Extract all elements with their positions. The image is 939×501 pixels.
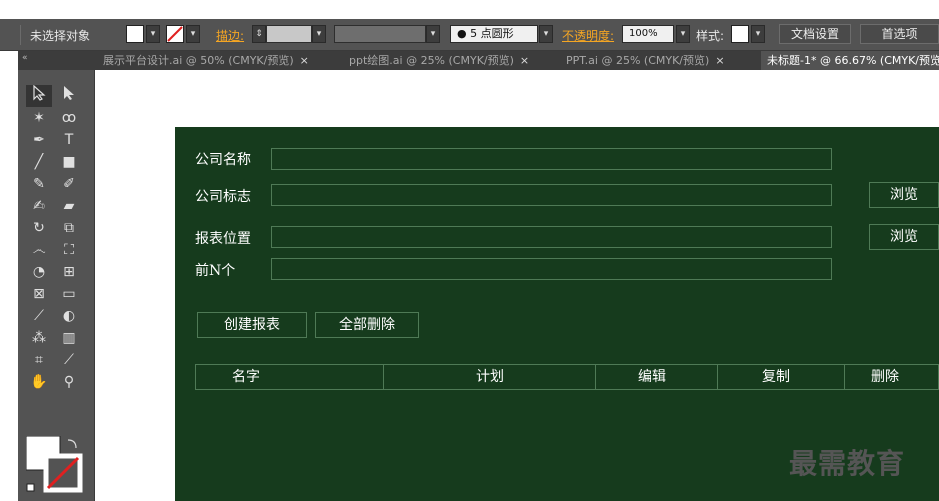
lasso-tool-icon[interactable]: ꝏ (56, 107, 82, 129)
create-report-button[interactable]: 创建报表 (197, 312, 307, 338)
close-icon[interactable]: × (520, 54, 529, 67)
hand-tool-icon[interactable]: ✋ (26, 371, 52, 393)
selection-status: 未选择对象 (30, 29, 91, 43)
column-header-copy: 复制 (718, 365, 845, 389)
column-graph-tool-icon[interactable]: ▥ (56, 327, 82, 349)
tab-document-3[interactable]: PPT.ai @ 25% (CMYK/预览) × (566, 51, 725, 70)
direct-selection-tool-icon[interactable] (56, 85, 82, 107)
browse-location-button[interactable]: 浏览 (869, 224, 939, 250)
report-table-header: 名字 计划 编辑 复制 删除 (195, 364, 939, 390)
tools-panel-grip[interactable]: « (18, 51, 95, 70)
stroke-weight-stepper[interactable]: ⇕ (252, 25, 266, 43)
report-location-label: 报表位置 (195, 231, 251, 247)
brush-definition-value: 5 点圆形 (470, 27, 514, 40)
tab-document-1[interactable]: 展示平台设计.ai @ 50% (CMYK/预览) × (103, 51, 309, 70)
column-header-edit: 编辑 (596, 365, 718, 389)
brush-dot-icon: ● (457, 27, 467, 40)
top-n-input[interactable] (271, 258, 832, 280)
tab-label: 未标题-1* @ 66.67% (CMYK/预览) (767, 54, 939, 67)
mesh-tool-icon[interactable]: ⊠ (26, 283, 52, 305)
report-location-input[interactable] (271, 226, 832, 248)
symbol-sprayer-tool-icon[interactable]: ⁂ (26, 327, 52, 349)
column-header-name: 名字 (196, 365, 384, 389)
paintbrush-tool-icon[interactable]: ✎ (26, 173, 52, 195)
variable-width-dropdown[interactable]: ▾ (426, 25, 440, 43)
top-n-label: 前N个 (195, 263, 236, 279)
pencil-tool-icon[interactable]: ✐ (56, 173, 82, 195)
close-icon[interactable]: × (300, 54, 309, 67)
column-header-plan: 计划 (384, 365, 596, 389)
shape-builder-tool-icon[interactable]: ◔ (26, 261, 52, 283)
style-label: 样式: (696, 29, 725, 43)
perspective-grid-tool-icon[interactable]: ⊞ (56, 261, 82, 283)
browse-logo-button[interactable]: 浏览 (869, 182, 939, 208)
graphic-style-dropdown[interactable]: ▾ (751, 25, 765, 43)
illustrator-window: 未选择对象 ▾ ▾ 描边: ⇕ ▾ ▾ ● 5 点圆形 ▾ 不透明度: 100%… (0, 0, 939, 501)
eyedropper-tool-icon[interactable]: ⟋ (26, 305, 52, 327)
stroke-swatch[interactable] (166, 25, 184, 43)
document-tab-bar: 展示平台设计.ai @ 50% (CMYK/预览) × ppt绘图.ai @ 25… (95, 51, 939, 70)
brush-definition[interactable]: ● 5 点圆形 (450, 25, 538, 43)
eraser-tool-icon[interactable]: ▰ (56, 195, 82, 217)
gradient-tool-icon[interactable]: ▭ (56, 283, 82, 305)
control-bar-grip[interactable] (20, 25, 21, 45)
variable-width-profile[interactable] (334, 25, 426, 43)
rectangle-tool-icon[interactable]: ■ (56, 151, 82, 173)
delete-all-button[interactable]: 全部删除 (315, 312, 419, 338)
tools-panel: « ✶ ꝏ ✒ T ╱ ■ ✎ ✐ ✍ ▰ ↻ ⧉ ෴ ⛶ ◔ ⊞ ⊠ ▭ ⟋ … (18, 51, 95, 501)
column-header-delete: 删除 (871, 369, 899, 385)
scale-tool-icon[interactable]: ⧉ (56, 217, 82, 239)
blob-brush-tool-icon[interactable]: ✍ (26, 195, 52, 217)
magic-wand-tool-icon[interactable]: ✶ (26, 107, 52, 129)
company-name-input[interactable] (271, 148, 832, 170)
stroke-weight-dropdown[interactable]: ▾ (312, 25, 326, 43)
line-tool-icon[interactable]: ╱ (26, 151, 52, 173)
tab-label: ppt绘图.ai @ 25% (CMYK/预览) (349, 54, 514, 67)
slice-tool-icon[interactable]: ⟋ (56, 349, 82, 371)
opacity-input[interactable]: 100% (622, 25, 674, 43)
preferences-button[interactable]: 首选项 (860, 24, 939, 44)
graphic-style-swatch[interactable] (731, 25, 749, 43)
tab-label: 展示平台设计.ai @ 50% (CMYK/预览) (103, 54, 294, 67)
stroke-dropdown[interactable]: ▾ (186, 25, 200, 43)
fill-stroke-control[interactable] (25, 435, 88, 496)
tab-document-4-active[interactable]: 未标题-1* @ 66.67% (CMYK/预览) (761, 51, 939, 70)
type-tool-icon[interactable]: T (56, 129, 82, 151)
control-bar: 未选择对象 ▾ ▾ 描边: ⇕ ▾ ▾ ● 5 点圆形 ▾ 不透明度: 100%… (0, 19, 939, 51)
fill-swatch[interactable] (126, 25, 144, 43)
rotate-tool-icon[interactable]: ↻ (26, 217, 52, 239)
company-name-label: 公司名称 (195, 152, 251, 168)
document-setup-button[interactable]: 文档设置 (779, 24, 851, 44)
blend-tool-icon[interactable]: ◐ (56, 305, 82, 327)
selection-tool-icon[interactable] (26, 84, 52, 107)
tab-document-2[interactable]: ppt绘图.ai @ 25% (CMYK/预览) × (349, 51, 529, 70)
no-stroke-icon (167, 26, 183, 42)
pen-tool-icon[interactable]: ✒ (26, 129, 52, 151)
canvas-area[interactable]: 公司名称 公司标志 浏览 报表位置 浏览 前N个 创建报表 全部删除 名字 计划… (95, 70, 939, 501)
brush-definition-dropdown[interactable]: ▾ (539, 25, 553, 43)
free-transform-tool-icon[interactable]: ⛶ (56, 239, 82, 261)
company-logo-input[interactable] (271, 184, 832, 206)
close-icon[interactable]: × (715, 54, 724, 67)
tab-label: PPT.ai @ 25% (CMYK/预览) (566, 54, 710, 67)
watermark-text: 最需教育 (789, 447, 906, 480)
artboard-tool-icon[interactable]: ⌗ (26, 349, 52, 371)
opacity-label[interactable]: 不透明度: (562, 27, 614, 44)
warp-tool-icon[interactable]: ෴ (26, 239, 52, 261)
opacity-dropdown[interactable]: ▾ (676, 25, 690, 43)
fill-dropdown[interactable]: ▾ (146, 25, 160, 43)
zoom-tool-icon[interactable]: ⚲ (56, 371, 82, 393)
fill-stroke-swatches-icon (25, 435, 83, 493)
stroke-label[interactable]: 描边: (216, 27, 244, 44)
company-logo-label: 公司标志 (195, 189, 251, 205)
stroke-weight-field[interactable] (266, 25, 312, 43)
